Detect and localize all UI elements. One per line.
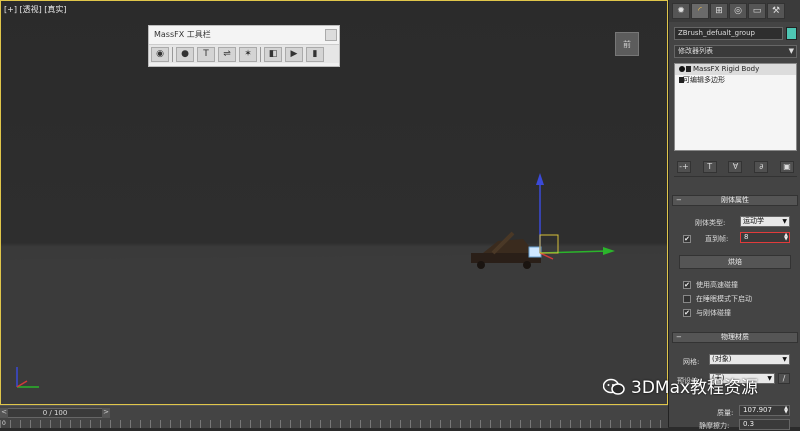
bake-button[interactable]: 烘焙 [679,255,791,269]
create-icon[interactable]: ✹ [672,3,690,19]
collapse-icon: − [676,196,682,204]
axis-tripod-icon [16,367,39,388]
time-prev-button[interactable]: < [0,408,8,418]
chevron-down-icon: ▼ [782,356,787,363]
rigid-properties-rollout[interactable]: − 刚体属性 [672,195,798,206]
watermark: 3DMax教程资源 [603,376,758,400]
static-friction-spinner[interactable]: 0.3 [739,419,790,430]
configure-sets-icon[interactable]: ▣ [780,161,795,173]
massfx-toolbar[interactable]: MassFX 工具栏 ◉ ● T ⇌ ✶ ◧ ▶ ▮ [148,25,340,67]
modifier-stack[interactable]: MassFX Rigid Body 可编辑多边形 [674,63,797,151]
timeline[interactable]: < 0 / 100 > 0 [0,405,668,428]
rollout-title: 刚体属性 [721,196,749,204]
sphere-icon[interactable]: ● [176,47,194,62]
modifier-list-dropdown[interactable]: 修改器列表 ▼ [674,45,797,58]
body-type-label: 刚体类型: [695,219,726,227]
modify-icon[interactable]: ◜ [691,3,709,19]
lightbulb-icon[interactable] [679,66,685,72]
motion-icon[interactable]: ◎ [729,3,747,19]
option-label: 与刚体碰撞 [696,309,731,317]
massfx-tool-row: ◉ ● T ⇌ ✶ ◧ ▶ ▮ [149,44,339,63]
mesh-value: (对象) [712,355,732,363]
modifier-list-label: 修改器列表 [678,47,713,55]
catapult-model[interactable] [471,231,542,269]
toolbar-separator [172,47,173,62]
spinner-arrows-icon[interactable]: ▲ ▼ [784,233,788,242]
toolbar-separator [260,47,261,62]
stack-item-label: MassFX Rigid Body [693,65,760,73]
mass-label: 质量: [717,409,734,417]
constraint-icon[interactable]: ⇌ [218,47,236,62]
make-unique-icon[interactable]: ∀ [728,161,743,173]
hierarchy-icon[interactable]: ⊞ [710,3,728,19]
remove-modifier-icon[interactable]: ∂ [754,161,769,173]
display-icon[interactable]: ▭ [748,3,766,19]
command-panel: ✹ ◜ ⊞ ◎ ▭ ⚒ ZBrush_defualt_group 修改器列表 ▼… [668,0,800,430]
option-label: 使用高速碰撞 [696,281,738,289]
high-speed-collision-checkbox[interactable]: ✔ [683,281,691,289]
viewcube[interactable]: 前 [615,32,639,56]
pin-stack-icon[interactable]: -+ [676,161,691,173]
mesh-dropdown[interactable]: (对象) ▼ [709,354,790,365]
eyedropper-icon[interactable]: / [778,373,790,384]
step-sim-icon[interactable]: ▮ [306,47,324,62]
wechat-icon [603,378,625,395]
transform-gizmo[interactable] [536,173,615,260]
show-end-result-icon[interactable]: T [702,161,717,173]
viewport-label[interactable]: [+] [透视] [真实] [4,4,67,15]
rollout-title: 物理材质 [721,333,749,341]
scene-object[interactable] [463,171,623,281]
until-frame-value: 8 [744,233,749,241]
spinner-arrows-icon[interactable]: ▲ ▼ [784,406,788,415]
object-color-swatch[interactable] [786,27,797,40]
chevron-down-icon: ▼ [788,47,794,55]
until-frame-spinner[interactable]: 8 ▲ ▼ [740,232,790,243]
start-sleeping-checkbox[interactable] [683,295,691,303]
body-type-dropdown[interactable]: 运动学 ▼ [740,216,790,227]
world-icon[interactable]: ◉ [151,47,169,62]
stack-item-label: 可编辑多边形 [683,76,725,84]
chevron-down-icon: ▼ [767,375,772,382]
play-sim-icon[interactable]: ▶ [285,47,303,62]
mass-spinner[interactable]: 107.907 ▲ ▼ [739,405,790,416]
shirt-icon[interactable]: T [197,47,215,62]
fracture-icon[interactable]: ✶ [239,47,257,62]
stack-item-massfx[interactable]: MassFX Rigid Body [675,64,796,75]
massfx-title-text: MassFX 工具栏 [154,30,211,39]
time-slider-label: 0 / 100 [42,409,68,417]
modifier-toggle-icon[interactable] [679,77,684,83]
massfx-close-button[interactable] [325,29,337,41]
reset-sim-icon[interactable]: ◧ [264,47,282,62]
modifier-toggle-icon[interactable] [686,66,691,72]
timeline-start-tick: 0 [2,420,6,427]
time-next-button[interactable]: > [102,408,110,418]
until-frame-label: 直到帧: [705,235,729,243]
collapse-icon: − [676,333,682,341]
until-frame-checkbox[interactable]: ✔ [683,235,691,243]
stack-toolbar: -+ T ∀ ∂ ▣ [674,158,797,177]
mass-value: 107.907 [743,406,772,414]
physical-material-rollout[interactable]: − 物理材质 [672,332,798,343]
utilities-icon[interactable]: ⚒ [767,3,785,19]
collide-rigid-checkbox[interactable]: ✔ [683,309,691,317]
stack-item-editable-poly[interactable]: 可编辑多边形 [675,75,796,86]
massfx-toolbar-title[interactable]: MassFX 工具栏 [149,26,339,44]
watermark-text: 3DMax教程资源 [631,378,759,398]
chevron-down-icon: ▼ [782,218,787,225]
object-name-field[interactable]: ZBrush_defualt_group [674,27,783,40]
time-slider[interactable]: < 0 / 100 > [0,408,110,418]
mesh-label: 网格: [683,358,700,366]
command-panel-tabs: ✹ ◜ ⊞ ◎ ▭ ⚒ [669,0,800,22]
static-friction-label: 静摩擦力: [699,422,730,430]
body-type-value: 运动学 [743,217,764,225]
option-label: 在睡眠模式下启动 [696,295,752,303]
